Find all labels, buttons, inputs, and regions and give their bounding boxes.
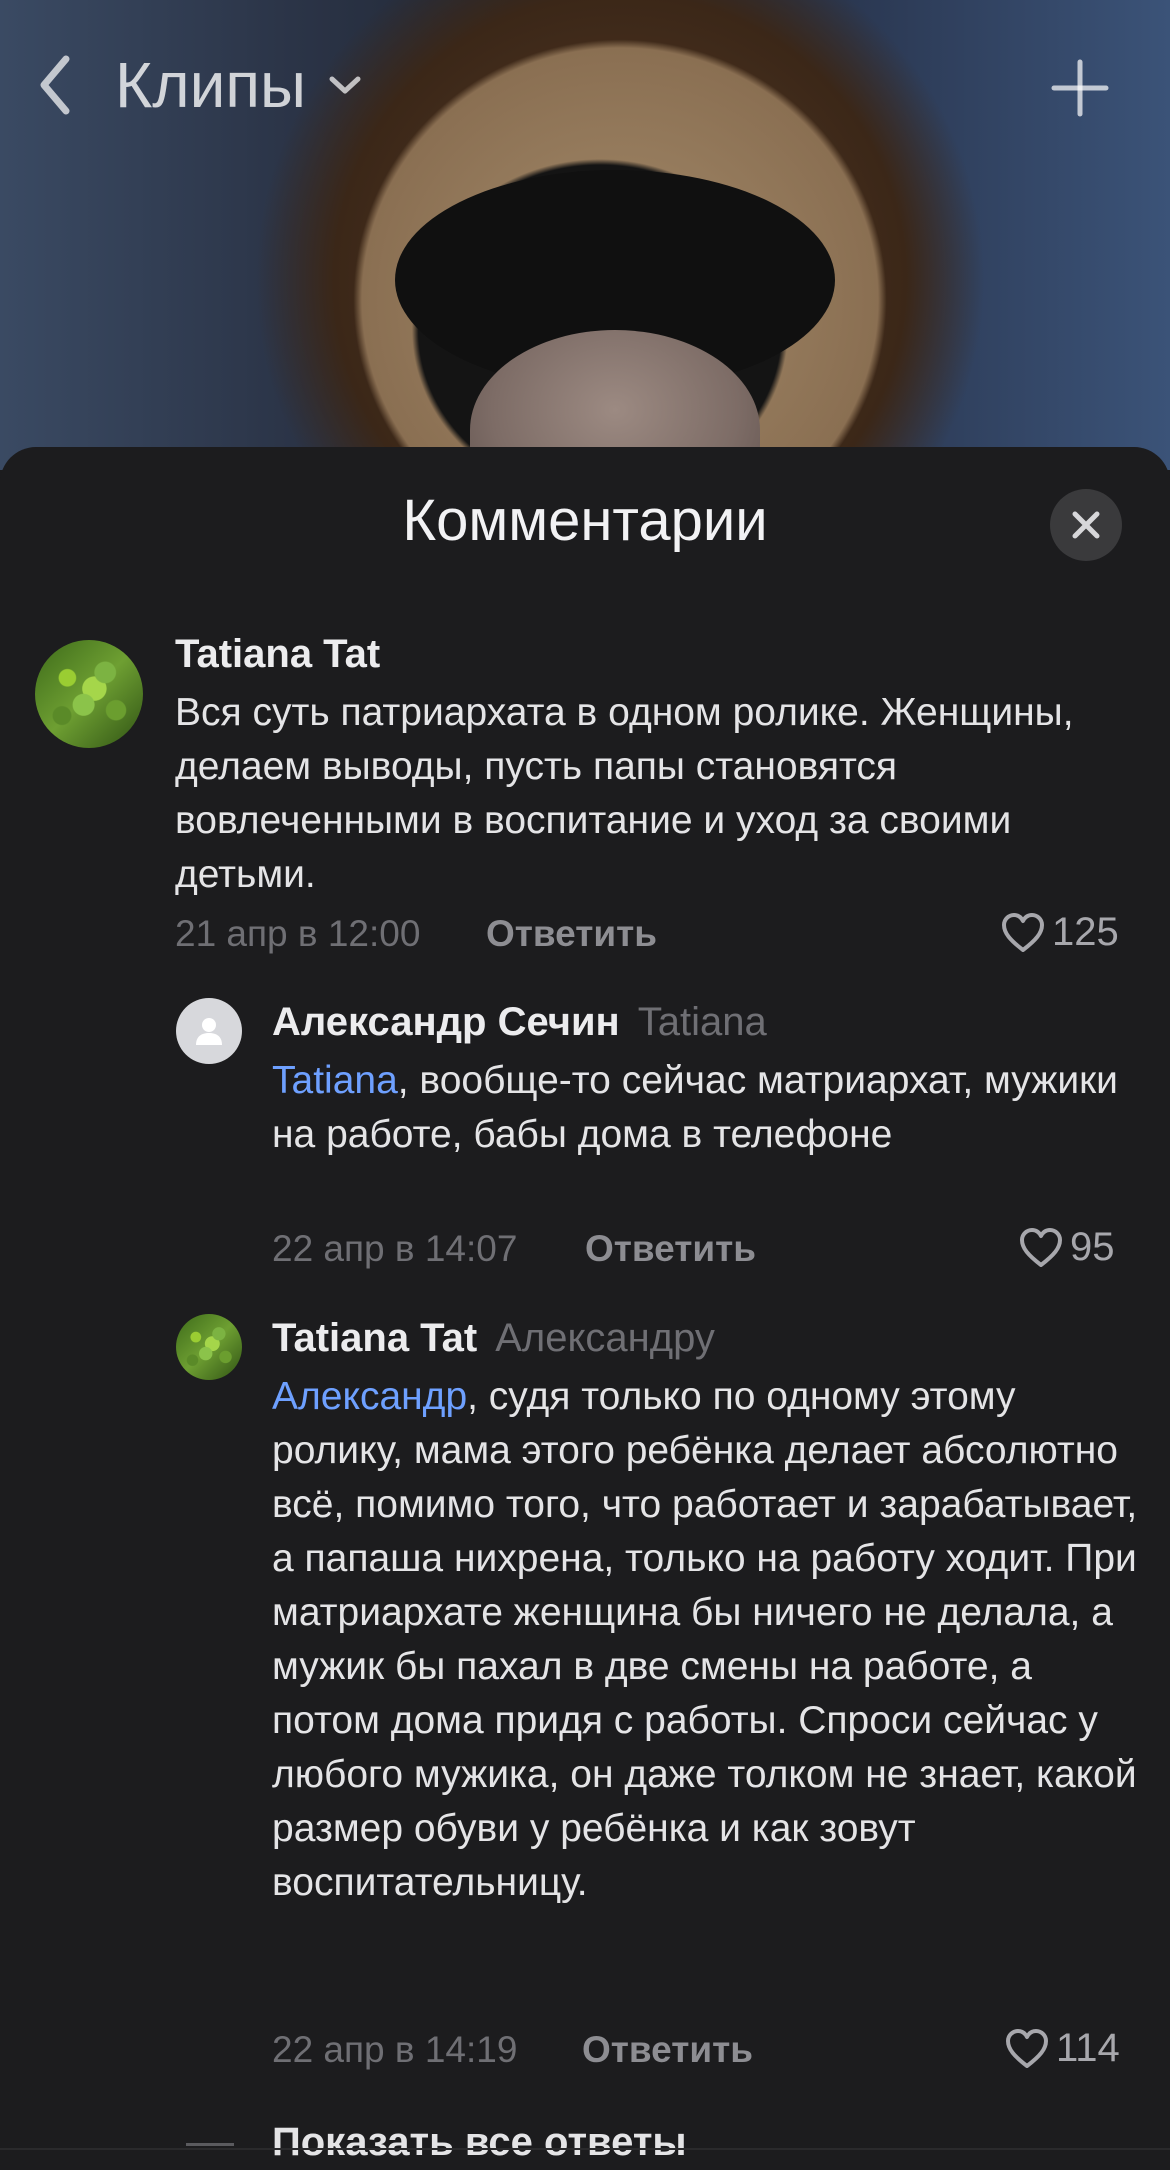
comment-date: 21 апр в 12:00 [175, 913, 421, 954]
like-count: 114 [1056, 2026, 1120, 2070]
clips-title-dropdown[interactable]: Клипы [115, 49, 362, 121]
comment-text: Вся суть патриархата в одном ролике. Жен… [175, 691, 1074, 896]
like-button[interactable]: 114 [1004, 2026, 1120, 2071]
heart-icon [1002, 912, 1044, 952]
close-button[interactable] [1050, 489, 1122, 561]
comment-author[interactable]: Tatiana Tat Александру [272, 1316, 715, 1361]
user-icon [196, 1018, 222, 1045]
like-count: 125 [1052, 910, 1119, 954]
chevron-down-icon [329, 76, 361, 94]
page-title: Клипы [115, 49, 307, 121]
back-button[interactable] [30, 55, 80, 115]
reply-button[interactable]: Ответить [486, 913, 657, 955]
reply-button[interactable]: Ответить [582, 2029, 753, 2071]
avatar[interactable] [35, 640, 143, 748]
add-clip-button[interactable] [1050, 58, 1110, 118]
author-name: Александр Сечин [272, 1000, 620, 1044]
heart-icon [1020, 1227, 1062, 1267]
bottom-divider [0, 2148, 1170, 2150]
comment-author[interactable]: Александр Сечин Tatiana [272, 1000, 767, 1045]
comment-body: , вообще-то сейчас матриархат, мужики на… [272, 1059, 1118, 1156]
top-bar: Клипы [0, 40, 1170, 130]
comment-date: 22 апр в 14:07 [272, 1228, 518, 1269]
show-all-replies-button[interactable]: Показать все ответы [272, 2120, 972, 2170]
comment-text: Александр, судя только по одному этому р… [272, 1370, 1142, 1910]
plus-icon [1051, 59, 1109, 117]
chevron-left-icon [40, 55, 70, 115]
reply-button[interactable]: Ответить [585, 1228, 756, 1270]
close-icon [1072, 511, 1100, 539]
like-button[interactable]: 125 [1000, 910, 1119, 955]
mention-link[interactable]: Tatiana [272, 1059, 398, 1102]
comment-text: Tatiana, вообще-то сейчас матриархат, му… [272, 1054, 1132, 1162]
reply-to-name[interactable]: Tatiana [638, 1000, 767, 1044]
comment-date: 22 апр в 14:19 [272, 2029, 518, 2070]
comment-author[interactable]: Tatiana Tat [175, 632, 380, 677]
avatar[interactable] [176, 1314, 242, 1380]
avatar[interactable] [176, 998, 242, 1064]
comment-body: , судя только по одному этому ролику, ма… [272, 1375, 1138, 1904]
reply-to-name[interactable]: Александру [495, 1316, 715, 1360]
heart-icon [1006, 2028, 1048, 2068]
like-button[interactable]: 95 [1018, 1225, 1115, 1270]
author-name: Tatiana Tat [272, 1316, 478, 1360]
thread-line [186, 2143, 234, 2146]
mention-link[interactable]: Александр [272, 1375, 467, 1418]
like-count: 95 [1070, 1225, 1115, 1269]
sheet-title: Комментарии [402, 488, 768, 553]
